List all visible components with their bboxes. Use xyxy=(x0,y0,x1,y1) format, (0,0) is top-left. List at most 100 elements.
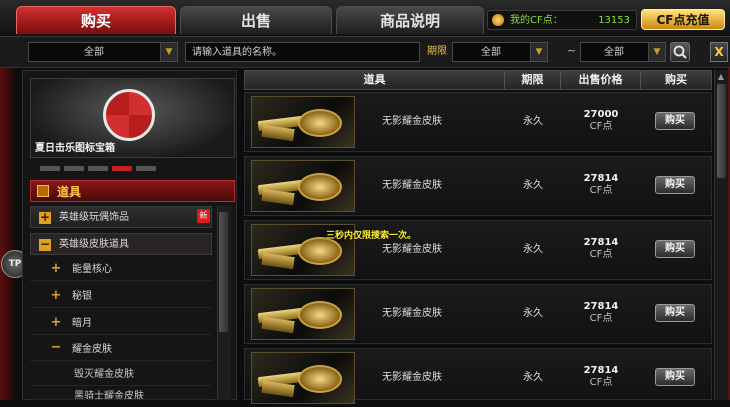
sidebar-item-black-knight-gold-skin[interactable]: 黑骑士耀金皮肤 xyxy=(30,388,212,400)
tab-buy[interactable]: 购买 xyxy=(16,6,176,34)
gun-body-shape xyxy=(298,365,342,393)
sidebar-item-hero-skin[interactable]: − 英雄级皮肤道具 xyxy=(30,233,212,255)
price-value: 27814 xyxy=(583,173,619,184)
column-header-item: 道具 xyxy=(245,71,505,89)
gold-weapon-thumbnail xyxy=(251,160,355,212)
gun-body-shape xyxy=(298,109,342,137)
gun-body-shape xyxy=(298,173,342,201)
collapse-minus-icon[interactable]: − xyxy=(50,341,62,354)
item-price: 27000 CF点 xyxy=(561,109,641,133)
item-name: 无影耀金皮肤 xyxy=(382,116,442,127)
banner-pager xyxy=(40,166,160,172)
sidebar-item-destroy-gold-skin[interactable]: 毁灭耀金皮肤 xyxy=(30,364,212,386)
pager-dot[interactable] xyxy=(40,166,60,171)
collapse-minus-icon[interactable]: − xyxy=(39,238,51,251)
gold-weapon-thumbnail xyxy=(251,352,355,404)
price-unit: CF点 xyxy=(589,313,613,324)
category-header-label: 道具 xyxy=(57,185,82,199)
price-select-value: 全部 xyxy=(604,47,624,58)
cf-balance: 我的CF点： 13153 xyxy=(487,10,637,30)
search-limit-notice: 三秒内仅限搜索一次。 xyxy=(326,231,417,241)
sidebar-item-label: 黑骑士耀金皮肤 xyxy=(74,391,144,400)
category-select-value: 全部 xyxy=(84,47,104,58)
pager-dot[interactable] xyxy=(136,166,156,171)
table-row: 无影耀金皮肤 永久 27814 CF点 购买 xyxy=(244,156,712,216)
price-unit: CF点 xyxy=(589,121,613,132)
tab-item-description[interactable]: 商品说明 xyxy=(336,6,484,34)
sidebar-item-label: 秘银 xyxy=(72,291,92,302)
buy-button[interactable]: 购买 xyxy=(655,240,695,258)
banner-title: 夏日击乐图标宝箱 xyxy=(35,143,115,154)
chevron-down-icon: ▼ xyxy=(648,43,665,61)
cf-balance-value: 13153 xyxy=(598,15,630,26)
magnifier-icon xyxy=(673,45,687,59)
category-header: 道具 xyxy=(30,180,235,202)
sidebar-item-label: 暗月 xyxy=(72,318,92,329)
column-header-buy: 购买 xyxy=(665,73,687,86)
table-row: 无影耀金皮肤 永久 27000 CF点 购买 xyxy=(244,92,712,152)
close-button[interactable]: X xyxy=(710,42,728,62)
sidebar-item-gold-skin[interactable]: − 耀金皮肤 xyxy=(30,339,212,361)
buy-button[interactable]: 购买 xyxy=(655,368,695,386)
sidebar-item-hero-doll[interactable]: + 英雄级玩偶饰品 xyxy=(30,206,212,228)
sidebar-item-mithril[interactable]: + 秘银 xyxy=(30,286,212,308)
tab-sell[interactable]: 出售 xyxy=(180,6,332,34)
period-label: 期限 xyxy=(427,46,447,57)
period-select-value: 全部 xyxy=(481,47,501,58)
table-row: 无影耀金皮肤 永久 27814 CF点 购买 xyxy=(244,284,712,344)
price-unit: CF点 xyxy=(589,377,613,388)
gold-weapon-thumbnail xyxy=(251,288,355,340)
search-input[interactable]: 请输入道具的名称。 xyxy=(185,42,420,62)
sidebar-scroll-thumb[interactable] xyxy=(219,212,228,332)
item-price: 27814 CF点 xyxy=(561,301,641,325)
buy-button[interactable]: 购买 xyxy=(655,176,695,194)
pager-dot-active[interactable] xyxy=(112,166,132,171)
price-select[interactable]: 全部 ▼ xyxy=(580,42,666,62)
price-value: 27814 xyxy=(583,365,619,376)
expand-plus-icon[interactable]: + xyxy=(50,316,62,329)
price-value: 27000 xyxy=(583,109,619,120)
buy-button[interactable]: 购买 xyxy=(655,112,695,130)
item-period: 永久 xyxy=(523,372,543,383)
item-period: 永久 xyxy=(523,180,543,191)
new-badge: 新 xyxy=(197,209,210,223)
table-row: 无影耀金皮肤 永久 27814 CF点 购买 xyxy=(244,348,712,404)
chevron-down-icon: ▼ xyxy=(160,43,177,61)
item-price: 27814 CF点 xyxy=(561,365,641,389)
cf-coin-icon xyxy=(492,14,504,26)
category-select[interactable]: 全部 ▼ xyxy=(28,42,178,62)
recharge-button[interactable]: CF点充值 xyxy=(641,9,725,30)
item-price: 27814 CF点 xyxy=(561,173,641,197)
pager-dot[interactable] xyxy=(88,166,108,171)
table-row: 无影耀金皮肤 永久 27814 CF点 购买 xyxy=(244,220,712,280)
price-value: 27814 xyxy=(583,237,619,248)
gun-body-shape xyxy=(298,301,342,329)
item-price: 27814 CF点 xyxy=(561,237,641,261)
range-separator: ~ xyxy=(567,44,577,57)
buy-button[interactable]: 购买 xyxy=(655,304,695,322)
sidebar-item-label: 英雄级玩偶饰品 xyxy=(59,212,129,223)
pager-dot[interactable] xyxy=(64,166,84,171)
sidebar-item-label: 耀金皮肤 xyxy=(72,344,112,355)
promo-banner[interactable]: 夏日击乐图标宝箱 xyxy=(30,78,235,158)
sidebar-item-label: 英雄级皮肤道具 xyxy=(59,239,129,250)
cf-balance-label: 我的CF点： xyxy=(510,15,563,26)
column-header-period: 期限 xyxy=(505,71,561,89)
sidebar-item-dark-moon[interactable]: + 暗月 xyxy=(30,313,212,335)
search-button[interactable] xyxy=(670,42,690,62)
sidebar-item-label: 能量核心 xyxy=(72,264,112,275)
column-header-price: 出售价格 xyxy=(561,71,641,89)
price-unit: CF点 xyxy=(589,249,613,260)
period-select[interactable]: 全部 ▼ xyxy=(452,42,548,62)
item-name: 无影耀金皮肤 xyxy=(382,308,442,319)
table-header: 道具 期限 出售价格 购买 xyxy=(244,70,712,90)
item-name: 无影耀金皮肤 xyxy=(382,180,442,191)
gold-weapon-thumbnail xyxy=(251,96,355,148)
expand-plus-icon[interactable]: + xyxy=(50,262,62,275)
table-scroll-thumb[interactable] xyxy=(717,84,726,178)
expand-plus-icon[interactable]: + xyxy=(50,289,62,302)
scroll-up-arrow-icon[interactable]: ▲ xyxy=(716,72,726,82)
expand-plus-icon[interactable]: + xyxy=(39,211,51,224)
price-unit: CF点 xyxy=(589,185,613,196)
sidebar-item-energy-core[interactable]: + 能量核心 xyxy=(30,259,212,281)
